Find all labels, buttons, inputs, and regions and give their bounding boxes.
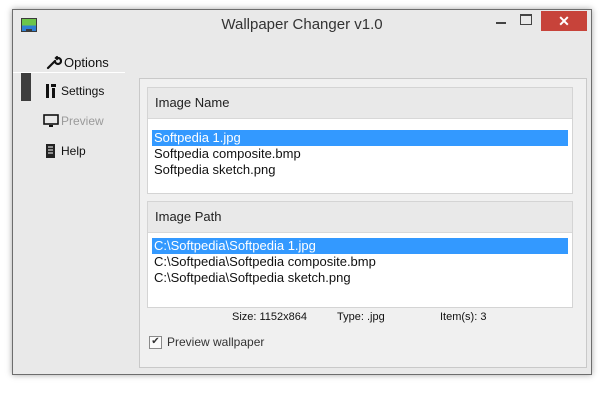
list-item[interactable]: Softpedia sketch.png [152,162,568,178]
preview-wallpaper-toggle[interactable]: ✔ Preview wallpaper [149,335,264,349]
sidebar-item-options[interactable]: Options [13,50,125,74]
document-icon [43,143,59,159]
sidebar-item-label: Options [64,54,109,70]
close-icon: ✕ [558,13,570,29]
app-window: Wallpaper Changer v1.0 ✕ Options Setting… [12,9,592,375]
sidebar-item-help[interactable]: Help [43,139,86,163]
image-path-list[interactable]: C:\Softpedia\Softpedia 1.jpg C:\Softpedi… [152,238,568,286]
image-name-header: Image Name [148,88,572,119]
image-name-group: Image Name Softpedia 1.jpg Softpedia com… [147,87,573,194]
sidebar-item-label: Settings [61,84,105,98]
active-indicator [21,73,31,101]
sidebar-item-settings[interactable]: Settings [43,79,104,103]
minimize-button[interactable] [488,10,514,30]
maximize-icon [520,14,532,25]
size-info: Size: 1152x864 [232,311,308,323]
list-item[interactable]: C:\Softpedia\Softpedia 1.jpg [152,238,568,254]
wrench-icon [46,54,63,70]
list-item[interactable]: Softpedia 1.jpg [152,130,568,146]
preview-wallpaper-label: Preview wallpaper [167,335,265,349]
image-name-list[interactable]: Softpedia 1.jpg Softpedia composite.bmp … [152,130,568,178]
list-item[interactable]: Softpedia composite.bmp [152,146,568,162]
sidebar-item-label: Help [61,144,86,158]
options-panel: Image Name Softpedia 1.jpg Softpedia com… [139,78,587,368]
sidebar: Options Settings Preview Help [13,42,138,372]
maximize-button[interactable] [513,10,539,30]
close-button[interactable]: ✕ [541,11,587,31]
monitor-icon [43,113,59,129]
sidebar-item-label: Preview [61,114,104,128]
sidebar-item-preview[interactable]: Preview [43,109,104,133]
preview-wallpaper-checkbox[interactable]: ✔ [149,335,162,349]
minimize-icon [496,22,506,24]
tools-icon [43,83,59,99]
list-item[interactable]: C:\Softpedia\Softpedia sketch.png [152,270,568,286]
title-bar[interactable]: Wallpaper Changer v1.0 ✕ [13,10,591,40]
image-path-header: Image Path [148,202,572,233]
item-count-info: Item(s): 3 [440,311,487,323]
image-path-group: Image Path C:\Softpedia\Softpedia 1.jpg … [147,201,573,308]
list-item[interactable]: C:\Softpedia\Softpedia composite.bmp [152,254,568,270]
type-info: Type: .jpg [337,311,385,323]
